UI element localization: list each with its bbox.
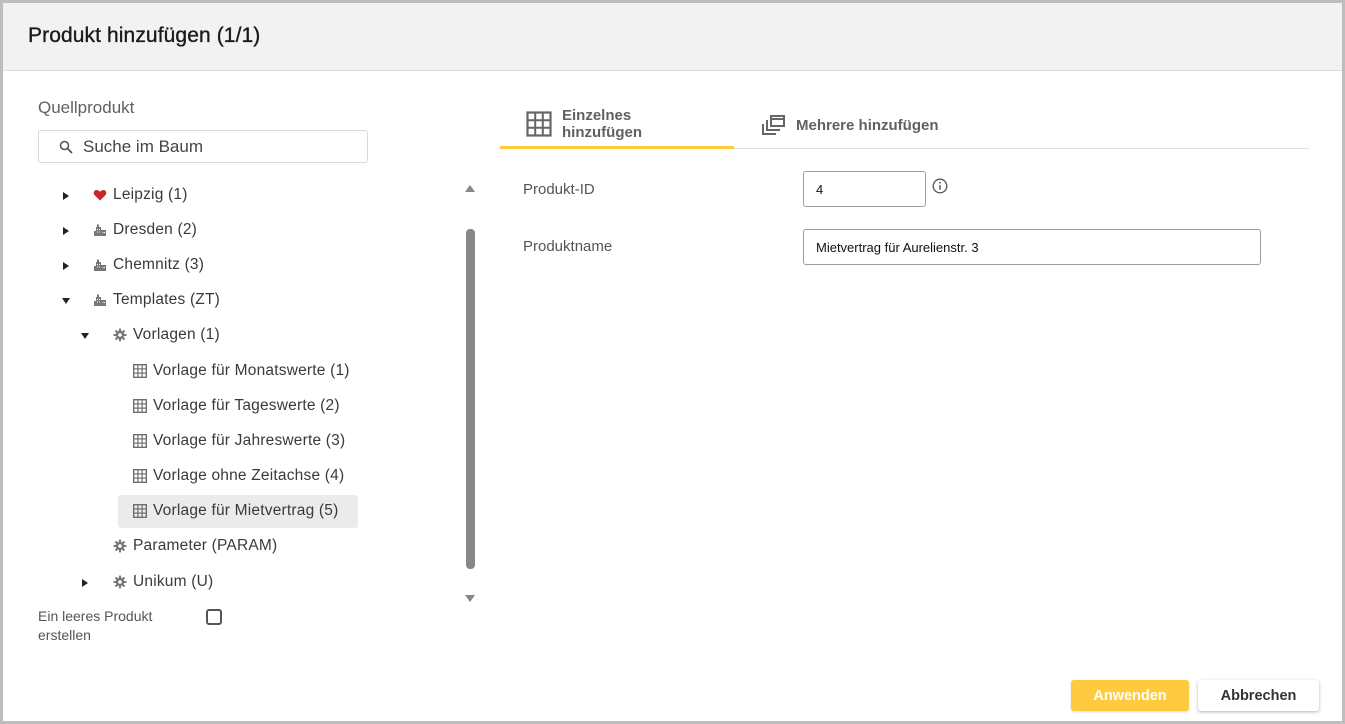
collapse-arrow-icon[interactable] [78, 329, 92, 343]
tree-row[interactable]: Vorlage für Tageswerte (2) [38, 390, 438, 423]
expand-arrow-icon[interactable] [59, 189, 73, 203]
product-id-label: Produkt-ID [523, 181, 595, 198]
grid-icon [133, 399, 147, 413]
product-name-label: Produktname [523, 238, 613, 255]
tree-row[interactable]: Chemnitz (3) [38, 249, 438, 282]
search-icon [59, 140, 73, 154]
tree-row-label: Vorlage für Jahreswerte (3) [153, 432, 346, 449]
product-name-input[interactable] [803, 229, 1261, 265]
collapse-arrow-icon[interactable] [59, 294, 73, 308]
empty-product-label: Ein leeres Produkt erstellen [38, 608, 153, 643]
tree-row-label: Dresden (2) [113, 221, 198, 238]
tree-row-label: Vorlage für Mietvertrag (5) [153, 502, 339, 519]
grid-icon [133, 469, 147, 483]
tree-row-label: Parameter (PARAM) [133, 537, 278, 554]
tree-search-input[interactable] [83, 135, 353, 159]
tab-multiple-add-label: Mehrere hinzufügen [796, 116, 939, 134]
tree-row[interactable]: Vorlage für Jahreswerte (3) [38, 425, 438, 458]
tree-row[interactable]: Parameter (PARAM) [38, 530, 438, 563]
scroll-up-arrow[interactable] [465, 185, 475, 192]
scrollbar-thumb[interactable] [466, 229, 475, 569]
tree-row[interactable]: Vorlage für Monatswerte (1) [38, 355, 438, 388]
tree-row[interactable]: Dresden (2) [38, 214, 438, 247]
info-icon[interactable] [932, 178, 948, 194]
tree-row[interactable]: Vorlagen (1) [38, 319, 438, 352]
tab-single-add[interactable]: Einzelnes hinzufügen [500, 101, 734, 149]
tab-single-add-label: Einzelnes hinzufügen [562, 106, 642, 141]
scroll-down-arrow[interactable] [465, 595, 475, 602]
tree-row-label: Vorlage für Tageswerte (2) [153, 397, 340, 414]
building-icon [93, 258, 107, 272]
tree-row[interactable]: Unikum (U) [38, 566, 438, 599]
expand-arrow-icon[interactable] [78, 576, 92, 590]
grid-icon [133, 504, 147, 518]
add-mode-tabs: Einzelnes hinzufügen Mehrere hinzufügen [500, 101, 1309, 149]
expand-arrow-icon[interactable] [59, 259, 73, 273]
gear-icon [113, 575, 127, 589]
tree-row-label: Unikum (U) [133, 573, 214, 590]
tree-row-label: Vorlagen (1) [133, 326, 220, 343]
tree-search[interactable] [38, 130, 368, 163]
tree-row-label: Vorlage ohne Zeitachse (4) [153, 467, 345, 484]
product-id-input[interactable] [803, 171, 926, 207]
building-icon [93, 293, 107, 307]
grid-icon [133, 434, 147, 448]
tree-row-label: Chemnitz (3) [113, 256, 205, 273]
cancel-button[interactable]: Abbrechen [1198, 680, 1319, 711]
tree-row-label: Templates (ZT) [113, 291, 221, 308]
heart-icon [93, 188, 107, 202]
tree-row[interactable]: Vorlage für Mietvertrag (5) [118, 495, 358, 528]
add-product-dialog: Produkt hinzufügen (1/1) Quellprodukt Le… [3, 3, 1342, 721]
dialog-title: Produkt hinzufügen (1/1) [28, 24, 261, 47]
grid-icon [526, 110, 552, 137]
grid-icon [133, 364, 147, 378]
product-tree: Leipzig (1) Dresden (2) Chemnitz (3) Templa… [38, 175, 458, 605]
tab-multiple-add[interactable]: Mehrere hinzufügen [762, 101, 962, 149]
tree-row-label: Vorlage für Monatswerte (1) [153, 362, 350, 379]
apply-button[interactable]: Anwenden [1071, 680, 1189, 711]
gear-icon [113, 539, 127, 553]
expand-arrow-icon[interactable] [59, 224, 73, 238]
tree-row[interactable]: Vorlage ohne Zeitachse (4) [38, 460, 438, 493]
tree-row[interactable]: Leipzig (1) [38, 179, 438, 212]
stacked-windows-icon [762, 114, 786, 136]
tree-row[interactable]: Templates (ZT) [38, 284, 438, 317]
tree-row-label: Leipzig (1) [113, 186, 188, 203]
empty-product-checkbox[interactable] [206, 609, 222, 625]
dialog-header: Produkt hinzufügen (1/1) [3, 3, 1342, 71]
building-icon [93, 223, 107, 237]
gear-icon [113, 328, 127, 342]
source-product-label: Quellprodukt [38, 98, 135, 117]
